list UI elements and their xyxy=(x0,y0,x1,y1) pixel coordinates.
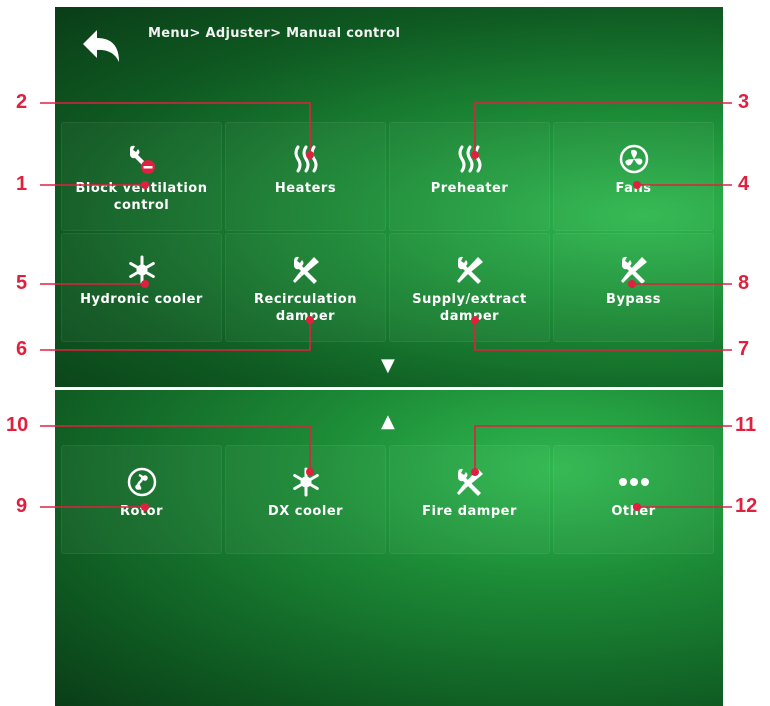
snowflake-icon xyxy=(126,254,158,286)
tile-label: Fire damper xyxy=(422,504,517,519)
tile-block-ventilation[interactable]: Block ventilation control xyxy=(61,122,222,231)
callout-number-3: 3 xyxy=(738,91,750,113)
tools-icon xyxy=(618,254,650,286)
callout-number-7: 7 xyxy=(738,338,750,360)
screen-page-1: Menu> Adjuster> Manual control Block ven… xyxy=(55,7,723,387)
tile-hydronic-cooler[interactable]: Hydronic cooler xyxy=(61,233,222,342)
callout-number-2: 2 xyxy=(16,91,28,113)
tools-icon xyxy=(454,466,486,498)
tile-label: DX cooler xyxy=(267,504,344,519)
tile-bypass[interactable]: Bypass xyxy=(553,233,714,342)
tile-label: Bypass xyxy=(606,292,661,307)
callout-number-9: 9 xyxy=(16,495,28,517)
heater-icon xyxy=(290,143,322,175)
scroll-up-arrow[interactable]: ▲ xyxy=(381,411,395,432)
tile-label: Heaters xyxy=(274,181,337,196)
callout-number-4: 4 xyxy=(738,173,750,195)
back-button[interactable] xyxy=(73,22,129,72)
snowflake-icon xyxy=(290,466,322,498)
callout-number-10: 10 xyxy=(6,414,29,436)
tools-icon xyxy=(454,254,486,286)
tile-dx-cooler[interactable]: DX cooler xyxy=(225,445,386,554)
rotor-icon xyxy=(126,466,158,498)
breadcrumb: Menu> Adjuster> Manual control xyxy=(148,26,401,41)
callout-number-12: 12 xyxy=(735,495,758,517)
tile-label: Hydronic cooler xyxy=(80,292,203,307)
scroll-down-arrow[interactable]: ▼ xyxy=(381,355,395,376)
tile-supply-extract-damper[interactable]: Supply/extract damper xyxy=(389,233,550,342)
tile-fans[interactable]: Fans xyxy=(553,122,714,231)
tile-label: Preheater xyxy=(430,181,509,196)
back-arrow-icon xyxy=(83,30,119,62)
heater-icon xyxy=(454,143,486,175)
dots-icon xyxy=(618,466,650,498)
tile-preheater[interactable]: Preheater xyxy=(389,122,550,231)
tile-recirculation-damper[interactable]: Recirculation damper xyxy=(225,233,386,342)
tile-label: Supply/extract damper xyxy=(412,292,527,324)
fan-icon xyxy=(618,143,650,175)
tile-rotor[interactable]: Rotor xyxy=(61,445,222,554)
callout-number-8: 8 xyxy=(738,272,750,294)
callout-number-11: 11 xyxy=(735,414,757,436)
wrench-block-icon xyxy=(126,143,158,175)
tile-label: Fans xyxy=(615,181,652,196)
tile-label: Block ventilation control xyxy=(75,181,208,213)
tile-label: Other xyxy=(611,504,656,519)
tile-label: Rotor xyxy=(120,504,163,519)
tile-heaters[interactable]: Heaters xyxy=(225,122,386,231)
tile-label: Recirculation damper xyxy=(254,292,357,324)
callout-number-1: 1 xyxy=(16,173,28,195)
screen-page-2: ▲ Rotor DX cooler Fire damper Other xyxy=(55,390,723,706)
callout-number-6: 6 xyxy=(16,338,28,360)
tile-fire-damper[interactable]: Fire damper xyxy=(389,445,550,554)
tools-icon xyxy=(290,254,322,286)
callout-number-5: 5 xyxy=(16,272,28,294)
tile-other[interactable]: Other xyxy=(553,445,714,554)
